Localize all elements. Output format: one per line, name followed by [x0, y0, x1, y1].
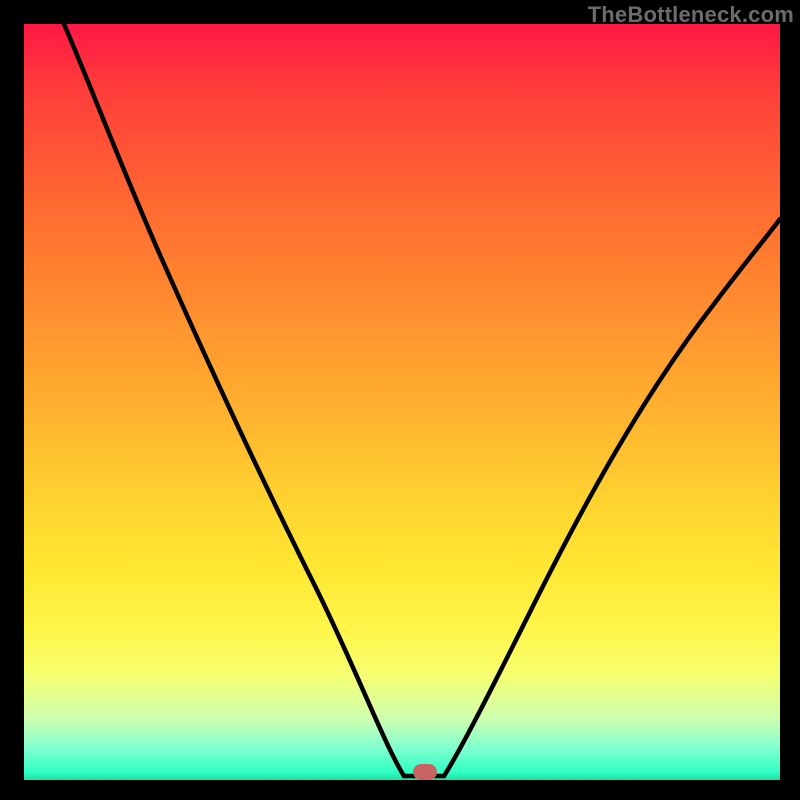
watermark: TheBottleneck.com: [588, 2, 794, 28]
bottleneck-marker: [413, 764, 437, 780]
curve-layer: [24, 24, 780, 780]
bottleneck-curve: [64, 24, 780, 776]
chart-canvas: TheBottleneck.com: [0, 0, 800, 800]
